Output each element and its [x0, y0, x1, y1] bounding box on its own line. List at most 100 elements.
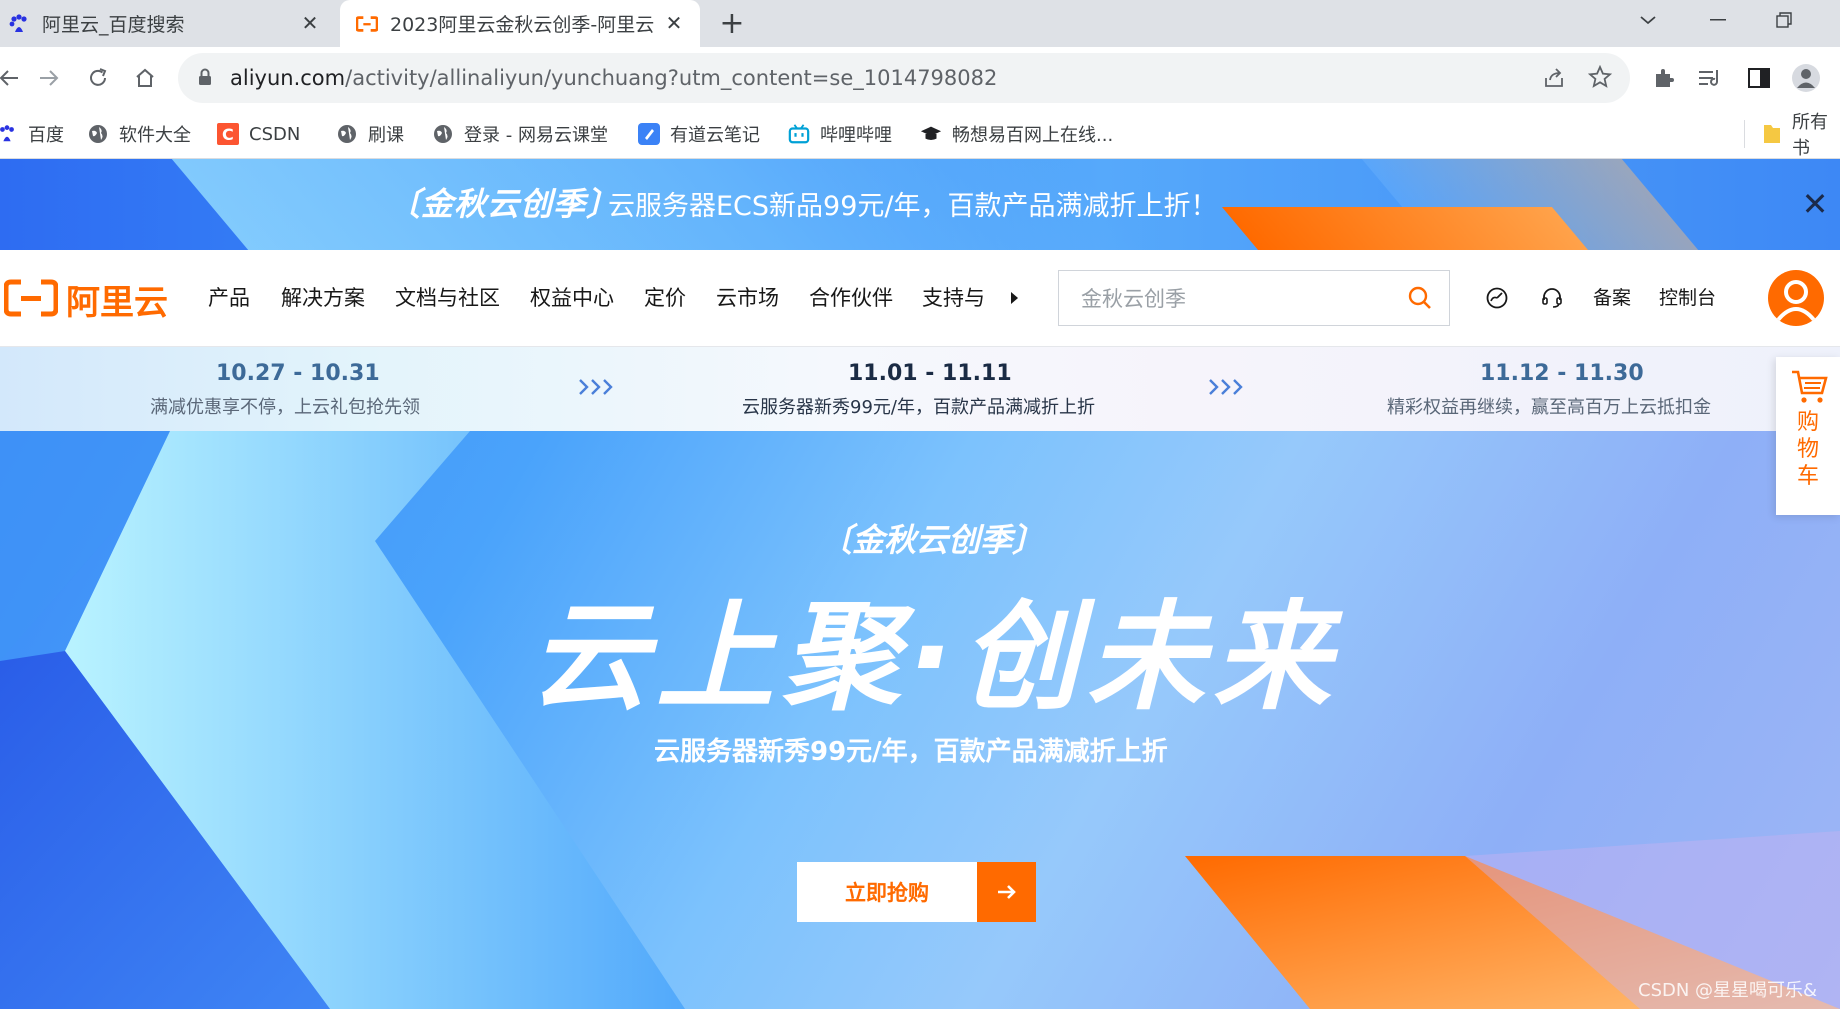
nav-item-benefits[interactable]: 权益中心 [530, 250, 614, 346]
buy-now-label: 立即抢购 [797, 862, 977, 922]
timeline-desc-active: 云服务器新秀99元/年，百款产品满减折上折 [742, 397, 1095, 418]
bookmark-label: 有道云笔记 [670, 125, 760, 146]
tab-title: 2023阿里云金秋云创季-阿里云 [390, 14, 655, 36]
bookmark-label: 哔哩哔哩 [820, 125, 892, 146]
shopping-cart-icon [1790, 369, 1828, 409]
bookmark-label: 所有书 [1792, 112, 1828, 159]
reload-icon[interactable] [79, 59, 117, 97]
share-icon[interactable] [1542, 66, 1566, 94]
search-input[interactable] [1059, 271, 1413, 327]
bookmark-divider [1744, 120, 1745, 148]
nav-item-partners[interactable]: 合作伙伴 [809, 250, 893, 346]
reading-list-icon[interactable] [1691, 59, 1729, 97]
support-headset-icon[interactable] [1537, 283, 1567, 313]
search-icon[interactable] [1407, 285, 1433, 311]
bookmark-label: 刷课 [368, 125, 404, 146]
globe-icon [87, 123, 109, 145]
promo-tag: 〔金秋云创季〕 [388, 185, 620, 223]
globe-icon [336, 123, 358, 145]
minimize-icon[interactable] [1690, 0, 1746, 40]
floating-cart[interactable]: 购物车 [1776, 357, 1840, 515]
tab-aliyun[interactable]: 2023阿里云金秋云创季-阿里云 ✕ [340, 0, 700, 47]
lock-icon[interactable] [198, 68, 212, 90]
bookmark-youdao[interactable]: 有道云笔记 [638, 110, 760, 158]
bookmark-label: CSDN [249, 123, 301, 145]
arrow-right-icon [977, 862, 1036, 922]
browser-toolbar: aliyun.com/activity/allinaliyun/yunchuan… [0, 47, 1840, 110]
hero-tag: 〔金秋云创季〕 [820, 521, 1045, 559]
url-text: aliyun.com/activity/allinaliyun/yunchuan… [230, 53, 997, 103]
bookmark-label: 软件大全 [119, 125, 191, 146]
bookmark-csdn[interactable]: C CSDN [217, 110, 300, 158]
user-avatar[interactable] [1768, 270, 1824, 326]
aliyun-logo-icon [356, 13, 378, 35]
bookmark-label: 登录 - 网易云课堂 [464, 125, 608, 146]
dashboard-gauge-icon[interactable] [1482, 283, 1512, 313]
tab-strip: 阿里云_百度搜索 ✕ 2023阿里云金秋云创季-阿里云 ✕ + [0, 0, 1840, 47]
restore-icon[interactable] [1756, 0, 1812, 40]
bookmark-shuake[interactable]: 刷课 [336, 110, 404, 158]
promo-banner[interactable]: 〔金秋云创季〕 云服务器ECS新品99元/年，百款产品满减折上折！ ✕ [0, 159, 1840, 250]
forward-arrow-icon[interactable] [30, 59, 68, 97]
bookmark-163-study[interactable]: 登录 - 网易云课堂 [432, 110, 608, 158]
close-tab-icon[interactable]: ✕ [662, 11, 686, 35]
timeline-date-active: 11.01 - 11.11 [848, 361, 1012, 386]
bookmark-star-icon[interactable] [1587, 64, 1613, 93]
home-icon[interactable] [126, 59, 164, 97]
timeline-date: 10.27 - 10.31 [216, 361, 380, 386]
close-tab-icon[interactable]: ✕ [298, 11, 322, 35]
globe-icon [432, 123, 454, 145]
timeline-desc: 满减优惠享不停，上云礼包抢先领 [150, 397, 420, 418]
back-arrow-icon[interactable] [0, 59, 28, 97]
promo-text: 云服务器ECS新品99元/年，百款产品满减折上折！ [608, 191, 1218, 222]
nav-more-caret-icon[interactable] [1008, 288, 1022, 308]
folder-icon [1762, 123, 1782, 145]
nav-item-marketplace[interactable]: 云市场 [716, 250, 779, 346]
bookmark-changxiang[interactable]: 畅想易百网上在线... [920, 110, 1113, 158]
url-host: aliyun.com [230, 66, 346, 90]
baidu-paw-icon [0, 123, 18, 145]
address-bar[interactable]: aliyun.com/activity/allinaliyun/yunchuan… [178, 53, 1630, 103]
csdn-icon: C [217, 123, 239, 145]
hero-banner: 〔金秋云创季〕 云上聚·创未来 云服务器新秀99元/年，百款产品满减折上折 立即… [0, 431, 1840, 1009]
web-page: 〔金秋云创季〕 云服务器ECS新品99元/年，百款产品满减折上折！ ✕ 阿里云 … [0, 159, 1840, 1009]
aliyun-logo-icon [3, 279, 59, 321]
svg-text:C: C [222, 125, 234, 144]
side-panel-icon[interactable] [1740, 59, 1778, 97]
bookmark-bilibili[interactable]: 哔哩哔哩 [788, 110, 892, 158]
tab-baidu[interactable]: 阿里云_百度搜索 ✕ [0, 0, 336, 47]
hero-subtitle: 云服务器新秀99元/年，百款产品满减折上折 [654, 737, 1168, 767]
timeline-chevrons-icon [1209, 379, 1243, 395]
url-path: /activity/allinaliyun/yunchuang?utm_cont… [345, 66, 998, 90]
nav-item-pricing[interactable]: 定价 [644, 250, 686, 346]
bookmark-label: 百度 [28, 125, 64, 146]
nav-link-console[interactable]: 控制台 [1659, 250, 1716, 346]
tab-title: 阿里云_百度搜索 [42, 14, 185, 36]
nav-item-products[interactable]: 产品 [208, 250, 250, 346]
extensions-puzzle-icon[interactable] [1645, 59, 1683, 97]
aliyun-logo[interactable]: 阿里云 [3, 275, 168, 324]
nav-item-support[interactable]: 支持与 [922, 250, 992, 346]
timeline-chevrons-icon [579, 379, 613, 395]
bookmark-all-folder[interactable]: 所有书 [1762, 110, 1840, 159]
hero-title: 云上聚·创未来 [530, 588, 1339, 726]
tab-search-chevron-down-icon[interactable] [1620, 0, 1676, 40]
bookmark-baidu[interactable]: 百度 [0, 110, 64, 158]
baidu-paw-icon [8, 13, 30, 35]
nav-link-filing[interactable]: 备案 [1593, 250, 1631, 346]
graduation-cap-icon [920, 123, 942, 145]
timeline-date: 11.12 - 11.30 [1480, 361, 1644, 386]
site-search [1058, 270, 1450, 327]
timeline-desc: 精彩权益再继续，赢至高百万上云抵扣金 [1387, 397, 1711, 418]
profile-avatar-icon[interactable] [1787, 59, 1825, 97]
bookmark-label: 畅想易百网上在线... [952, 125, 1114, 146]
new-tab-plus-icon[interactable]: + [716, 6, 748, 41]
buy-now-button[interactable]: 立即抢购 [797, 862, 1036, 922]
nav-item-solutions[interactable]: 解决方案 [281, 250, 365, 346]
promo-decor-orange [1221, 207, 1589, 250]
nav-item-docs-community[interactable]: 文档与社区 [395, 250, 500, 346]
cart-label: 购物车 [1796, 410, 1819, 489]
close-icon[interactable]: ✕ [1800, 185, 1830, 223]
site-navbar: 阿里云 产品 解决方案 文档与社区 权益中心 定价 云市场 合作伙伴 支持与 备… [0, 250, 1840, 347]
bookmark-software[interactable]: 软件大全 [87, 110, 191, 158]
